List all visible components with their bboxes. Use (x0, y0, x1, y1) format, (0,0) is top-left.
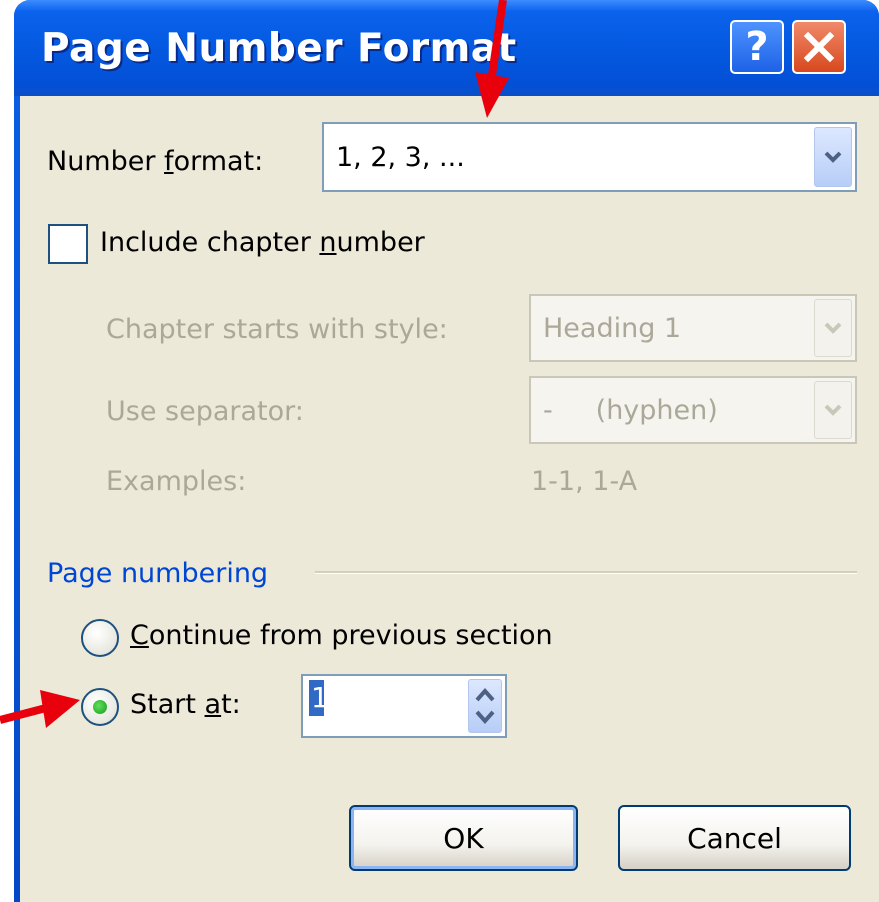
start-at-value[interactable]: 1 (311, 681, 329, 714)
examples-value: 1-1, 1-A (531, 466, 638, 497)
dropdown-button[interactable] (814, 381, 852, 439)
close-button[interactable] (792, 20, 846, 74)
close-icon (803, 31, 835, 63)
cancel-button[interactable]: Cancel (618, 805, 851, 871)
separator-dropdown[interactable]: - (hyphen) (529, 376, 857, 444)
include-chapter-label[interactable]: Include chapter number (100, 227, 425, 258)
radio-selected-dot (93, 700, 107, 714)
annotation-arrow-down-icon (475, 0, 509, 118)
chapter-style-value: Heading 1 (543, 313, 682, 344)
separator-value: - (hyphen) (543, 395, 718, 426)
help-button[interactable]: ? (730, 20, 784, 74)
dropdown-button[interactable] (814, 127, 852, 187)
start-at-spinner[interactable]: 1 (301, 674, 507, 738)
help-icon: ? (745, 24, 769, 70)
dialog-body: Number format: 1, 2, 3, ... Include chap… (20, 96, 879, 902)
examples-label: Examples: (106, 466, 247, 497)
number-format-dropdown[interactable]: 1, 2, 3, ... (322, 122, 857, 192)
dialog-title: Page Number Format (41, 26, 517, 71)
ok-button[interactable]: OK (349, 805, 578, 871)
chevron-down-icon (824, 151, 842, 163)
include-chapter-checkbox[interactable] (48, 224, 88, 264)
annotation-arrow-right-icon (0, 690, 80, 728)
separator-label: Use separator: (106, 396, 304, 427)
chapter-style-dropdown[interactable]: Heading 1 (529, 294, 857, 362)
spinner-buttons[interactable] (468, 679, 502, 733)
start-at-radio[interactable] (81, 688, 119, 726)
title-bar[interactable]: Page Number Format ? (14, 0, 879, 96)
continue-previous-radio[interactable] (81, 619, 119, 657)
chevron-down-icon (824, 322, 842, 334)
group-divider (315, 571, 857, 574)
number-format-value: 1, 2, 3, ... (336, 142, 465, 173)
continue-previous-label[interactable]: Continue from previous section (130, 620, 553, 651)
chevron-down-icon (824, 404, 842, 416)
number-format-label: Number format: (47, 146, 264, 177)
start-at-label[interactable]: Start at: (130, 689, 241, 720)
dropdown-button[interactable] (814, 299, 852, 357)
spinner-down-arrow-icon[interactable] (469, 704, 501, 732)
chapter-style-label: Chapter starts with style: (106, 314, 448, 345)
page-numbering-group-title: Page numbering (47, 558, 269, 589)
dialog-window: Page Number Format ? Number format: 1, 2… (14, 0, 879, 902)
